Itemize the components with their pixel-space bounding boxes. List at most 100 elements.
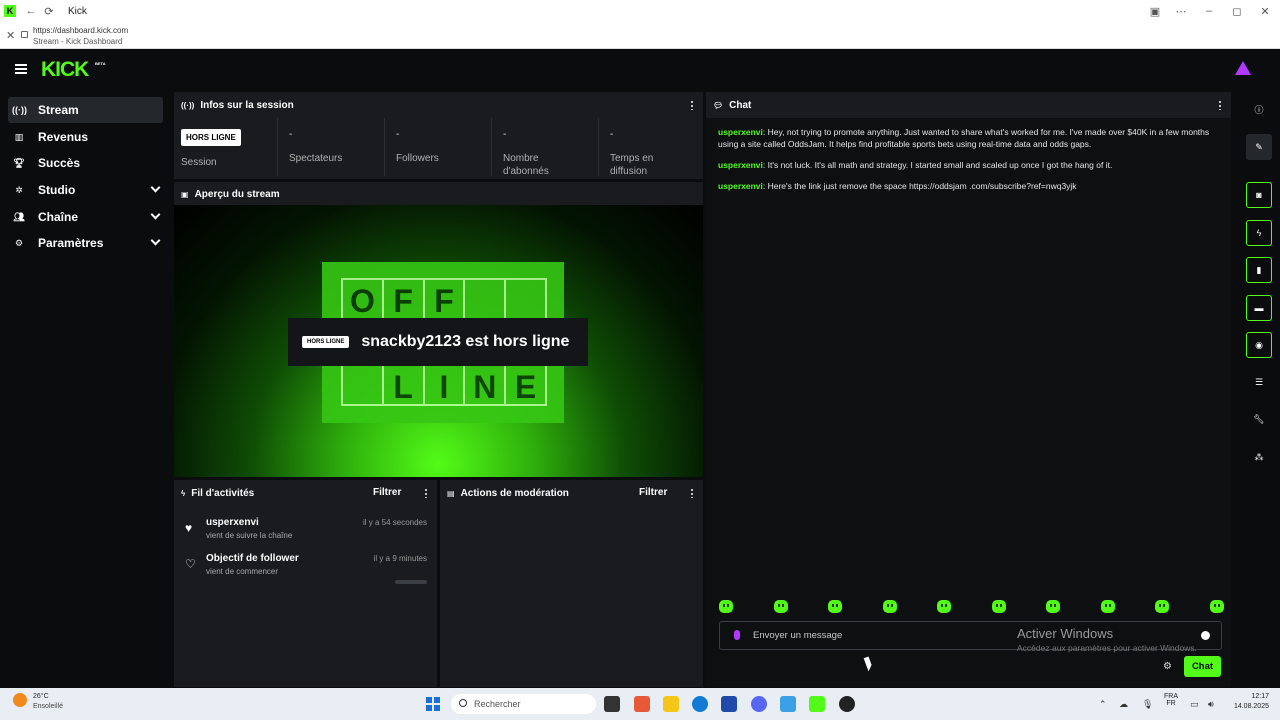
chat-message: usperxenvi: Hey, not trying to promote a… <box>718 127 1210 149</box>
task-view-icon[interactable] <box>604 696 620 712</box>
tab-title[interactable]: Kick <box>68 6 87 17</box>
chevron-down-icon <box>150 209 161 220</box>
weather-icon[interactable] <box>13 693 27 707</box>
maximize-icon[interactable]: ◻ <box>1228 5 1246 18</box>
stop-icon[interactable]: ✕ <box>6 29 15 42</box>
chat-input-placeholder[interactable]: Envoyer un message <box>753 630 842 641</box>
emote-icon[interactable] <box>719 600 733 613</box>
stat-session: Session <box>174 118 277 176</box>
chevron-up-icon[interactable]: ⌃ <box>1099 699 1107 710</box>
emote-icon[interactable] <box>1209 600 1224 613</box>
session-title: Infos sur la session <box>200 99 294 111</box>
network-icon[interactable]: ▭ <box>1190 699 1199 710</box>
moderation-panel: ▤ Actions de modération Filtrer <box>440 480 703 687</box>
chat-username[interactable]: usperxenvi <box>718 127 763 137</box>
search-icon <box>459 699 467 707</box>
translate-icon[interactable]: ▣ <box>1146 5 1164 18</box>
preview-header-panel: ▣ Aperçu du stream <box>174 182 703 206</box>
kick-logo[interactable]: KICK <box>41 58 89 82</box>
file-explorer-icon[interactable] <box>663 696 679 712</box>
chat-send-button[interactable]: Chat <box>1184 656 1221 677</box>
page-title-text: Stream - Kick Dashboard <box>33 37 123 46</box>
emote-icon[interactable] <box>1100 600 1115 613</box>
sidebar-item-stream[interactable]: ((·)) Stream <box>8 97 163 123</box>
broadcast-icon[interactable]: ◉ <box>1246 332 1272 358</box>
emote-icon[interactable] <box>1155 600 1170 613</box>
emoji-icon[interactable] <box>1201 631 1210 640</box>
camera-frame-icon[interactable]: ◙ <box>1246 182 1272 208</box>
chat-username[interactable]: usperxenvi <box>718 160 763 170</box>
chat-bubble-icon[interactable]: ▬ <box>1246 295 1272 321</box>
activity-header: ϟ Fil d'activités Filtrer <box>174 480 437 506</box>
microphone-icon[interactable] <box>734 630 740 640</box>
discord-icon[interactable] <box>751 696 767 712</box>
more-icon[interactable]: ⋯ <box>1172 5 1190 18</box>
trophy-icon: 🏆︎ <box>13 157 25 168</box>
more-options-icon[interactable] <box>425 488 427 498</box>
edge-icon[interactable] <box>692 696 708 712</box>
minimize-icon[interactable]: – <box>1200 5 1218 17</box>
moderation-title: Actions de modération <box>460 487 569 499</box>
emote-bar <box>719 600 1224 616</box>
info-icon[interactable]: ⓘ <box>1246 96 1272 122</box>
emote-icon[interactable] <box>773 600 788 613</box>
emote-icon[interactable] <box>828 600 843 613</box>
stat-followers: - Followers <box>396 129 439 164</box>
edit-icon[interactable]: ✎ <box>1246 134 1272 160</box>
sidebar-item-chaine[interactable]: 👥︎ Chaîne <box>8 204 163 230</box>
weather-desc[interactable]: Ensoleillé <box>33 703 63 710</box>
server-icon[interactable]: ☰ <box>1246 369 1272 395</box>
emote-icon[interactable] <box>1046 600 1061 613</box>
back-icon[interactable]: ← <box>22 5 40 17</box>
chevron-down-icon <box>150 235 161 246</box>
copilot-icon[interactable] <box>634 696 650 712</box>
volume-icon[interactable]: 🔊︎ <box>1208 699 1214 710</box>
session-label: Session <box>181 157 217 168</box>
emote-icon[interactable] <box>991 600 1006 613</box>
lock-icon[interactable] <box>21 31 28 38</box>
reload-icon[interactable]: ⟳ <box>40 5 58 18</box>
sidebar-item-label: Revenus <box>38 130 89 144</box>
sidebar-item-studio[interactable]: ✲ Studio <box>8 177 163 203</box>
activity-filter-button[interactable]: Filtrer <box>373 487 401 498</box>
beta-label: BETA <box>95 61 106 66</box>
chat-settings-icon[interactable]: ⚙ <box>1163 661 1172 672</box>
language-indicator[interactable]: FRA FR <box>1164 693 1178 707</box>
document-icon[interactable]: ▮ <box>1246 257 1272 283</box>
wrench-icon[interactable]: 🔧︎ <box>1246 406 1272 432</box>
moderation-filter-button[interactable]: Filtrer <box>639 487 667 498</box>
sidebar-item-revenus[interactable]: ▥ Revenus <box>8 124 163 150</box>
bolt-icon[interactable]: ϟ <box>1246 220 1272 246</box>
url-text[interactable]: https://dashboard.kick.com <box>33 26 128 35</box>
obs-icon[interactable] <box>839 696 855 712</box>
chat-message: usperxenvi: Here's the link just remove … <box>718 181 1077 191</box>
microphone-icon[interactable]: 🎙︎ <box>1142 699 1153 710</box>
menu-icon[interactable] <box>15 64 27 74</box>
more-options-icon[interactable] <box>691 488 693 498</box>
notification-icon[interactable] <box>1235 61 1251 75</box>
emote-icon[interactable] <box>882 600 897 613</box>
preview-title: Aperçu du stream <box>194 188 280 200</box>
weather-temp[interactable]: 26°C <box>33 693 49 700</box>
close-window-icon[interactable]: ✕ <box>1256 5 1274 18</box>
sidebar-item-succes[interactable]: 🏆︎ Succès <box>8 150 163 176</box>
kick-app-icon[interactable] <box>809 696 825 712</box>
windows-start-icon[interactable] <box>426 697 440 711</box>
stream-preview[interactable]: O F F L I N E HORS LIGNE snackby2123 est… <box>174 205 703 477</box>
chevron-down-icon <box>150 182 161 193</box>
more-options-icon[interactable] <box>691 100 693 110</box>
app-icon[interactable] <box>780 696 796 712</box>
store-icon[interactable] <box>721 696 737 712</box>
share-icon[interactable]: ⁂ <box>1246 444 1272 470</box>
status-badge: HORS LIGNE <box>181 129 241 146</box>
activation-watermark-text: Accédez aux paramètres pour activer Wind… <box>1017 643 1197 653</box>
sidebar-item-parametres[interactable]: ⚙ Paramètres <box>8 230 163 256</box>
chat-username[interactable]: usperxenvi <box>718 181 763 191</box>
clipboard-icon: ▤ <box>447 488 455 498</box>
chat-header: 💬︎ Chat <box>706 92 1231 118</box>
more-options-icon[interactable] <box>1219 100 1221 110</box>
emote-icon[interactable] <box>937 600 952 613</box>
cloud-icon[interactable]: ☁ <box>1119 699 1128 710</box>
taskbar-clock[interactable]: 12:17 14.08.2025 <box>1225 693 1269 713</box>
taskbar-search[interactable]: Rechercher <box>451 694 596 714</box>
